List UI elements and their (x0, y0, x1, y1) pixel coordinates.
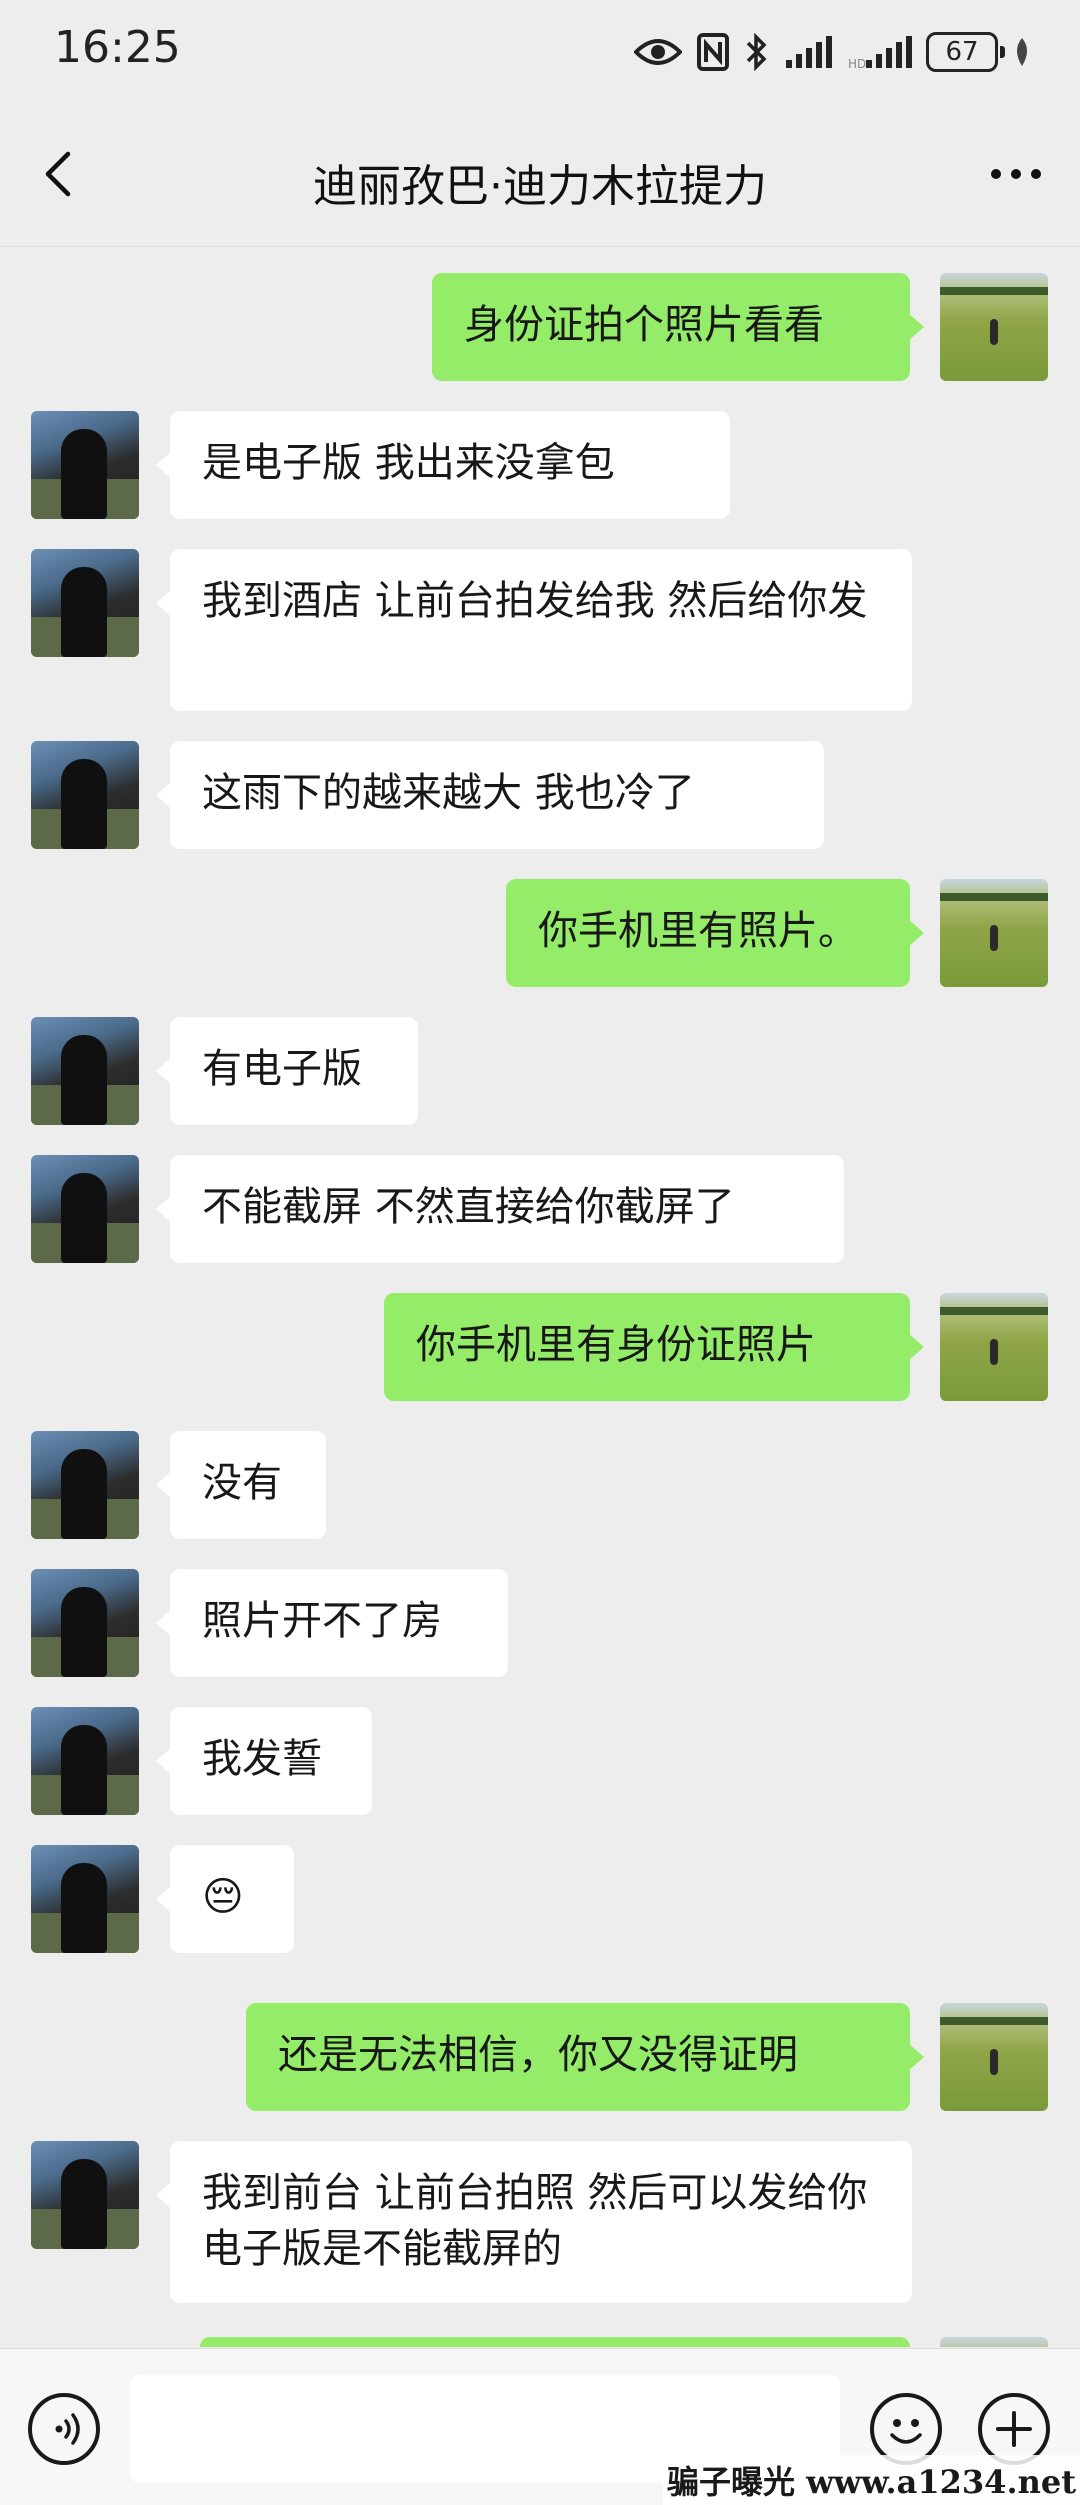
my-avatar[interactable] (940, 1293, 1048, 1401)
voice-icon[interactable] (28, 2393, 100, 2465)
chat-header: 迪丽孜巴·迪力木拉提力 (0, 100, 1080, 247)
eye-icon (634, 39, 682, 65)
my-avatar[interactable] (940, 2337, 1048, 2347)
received-message-bubble[interactable]: 有电子版 (156, 1017, 418, 1125)
contact-avatar[interactable] (31, 1845, 139, 1953)
signal-icon: HD (848, 36, 912, 70)
message-list[interactable]: 身份证拍个照片看看是电子版 我出来没拿包我到酒店 让前台拍发给我 然后给你发这雨… (0, 247, 1080, 2347)
chat-title: 迪丽孜巴·迪力木拉提力 (313, 161, 767, 212)
received-message-bubble[interactable]: 没有 (156, 1431, 326, 1539)
bluetooth-icon (746, 32, 767, 72)
status-bar: 16:25 HD 67 (0, 0, 1080, 100)
contact-avatar[interactable] (31, 741, 139, 849)
chat-message: 我发誓 (0, 1707, 1080, 1815)
chat-message: 😔 (0, 1845, 1080, 1953)
chat-message: 这雨下的越来越大 我也冷了 (0, 741, 1080, 849)
sent-message-bubble[interactable]: 你手机里有照片。 (506, 879, 924, 987)
signal-icon (786, 36, 832, 68)
received-message-bubble[interactable]: 我到酒店 让前台拍发给我 然后给你发 (156, 549, 912, 711)
received-message-bubble[interactable]: 这雨下的越来越大 我也冷了 (156, 741, 824, 849)
contact-avatar[interactable] (31, 411, 139, 519)
received-message-bubble[interactable]: 是电子版 我出来没拿包 (156, 411, 730, 519)
chevron-left-icon[interactable] (36, 150, 84, 198)
chat-message: 有电子版 (0, 1017, 1080, 1125)
sent-message-bubble[interactable]: 还是无法相信，你又没得证明 (246, 2003, 924, 2111)
sent-message-bubble[interactable]: 身份证拍个照片看看 (432, 273, 924, 381)
my-avatar[interactable] (940, 2003, 1048, 2111)
chat-message: 不能截屏 不然直接给你截屏了 (0, 1155, 1080, 1263)
status-icons: HD 67 (634, 24, 1032, 80)
received-message-bubble[interactable]: 我发誓 (156, 1707, 372, 1815)
chat-message: 你手机里有照片。 (0, 879, 1080, 987)
input-bar: 骗子曝光 www.a1234.net (0, 2348, 1080, 2505)
chat-message: 没有 (0, 1431, 1080, 1539)
received-message-bubble[interactable]: 我到前台 让前台拍照 然后可以发给你 电子版是不能截屏的 (156, 2141, 912, 2303)
chat-message: 我到酒店 让前台拍发给我 然后给你发 (0, 549, 1080, 711)
chat-message: 我到前台 让前台拍照 然后可以发给你 电子版是不能截屏的 (0, 2141, 1080, 2303)
more-icon[interactable] (988, 156, 1044, 192)
sent-message-bubble[interactable]: 你手机里有身份证照片 (384, 1293, 924, 1401)
contact-avatar[interactable] (31, 1155, 139, 1263)
contact-avatar[interactable] (31, 2141, 139, 2249)
my-avatar[interactable] (940, 879, 1048, 987)
nfc-icon (697, 33, 729, 71)
contact-avatar[interactable] (31, 549, 139, 657)
svg-text:HD: HD (848, 57, 866, 70)
sent-message-bubble[interactable] (200, 2337, 910, 2347)
chat-message: 照片开不了房 (0, 1569, 1080, 1677)
received-message-bubble[interactable]: 不能截屏 不然直接给你截屏了 (156, 1155, 844, 1263)
chat-message: 你手机里有身份证照片 (0, 1293, 1080, 1401)
received-message-bubble[interactable]: 照片开不了房 (156, 1569, 508, 1677)
chat-message: 是电子版 我出来没拿包 (0, 411, 1080, 519)
contact-avatar[interactable] (31, 1431, 139, 1539)
chat-message: 身份证拍个照片看看 (0, 273, 1080, 381)
my-avatar[interactable] (940, 273, 1048, 381)
received-message-bubble[interactable]: 😔 (156, 1845, 294, 1953)
contact-avatar[interactable] (31, 1017, 139, 1125)
chat-message: 还是无法相信，你又没得证明 (0, 2003, 1080, 2111)
leaf-icon (1017, 38, 1027, 66)
contact-avatar[interactable] (31, 1569, 139, 1677)
watermark: 骗子曝光 www.a1234.net (662, 2455, 1080, 2505)
contact-avatar[interactable] (31, 1707, 139, 1815)
status-time: 16:25 (54, 22, 181, 73)
battery-icon: 67 (926, 32, 1005, 72)
